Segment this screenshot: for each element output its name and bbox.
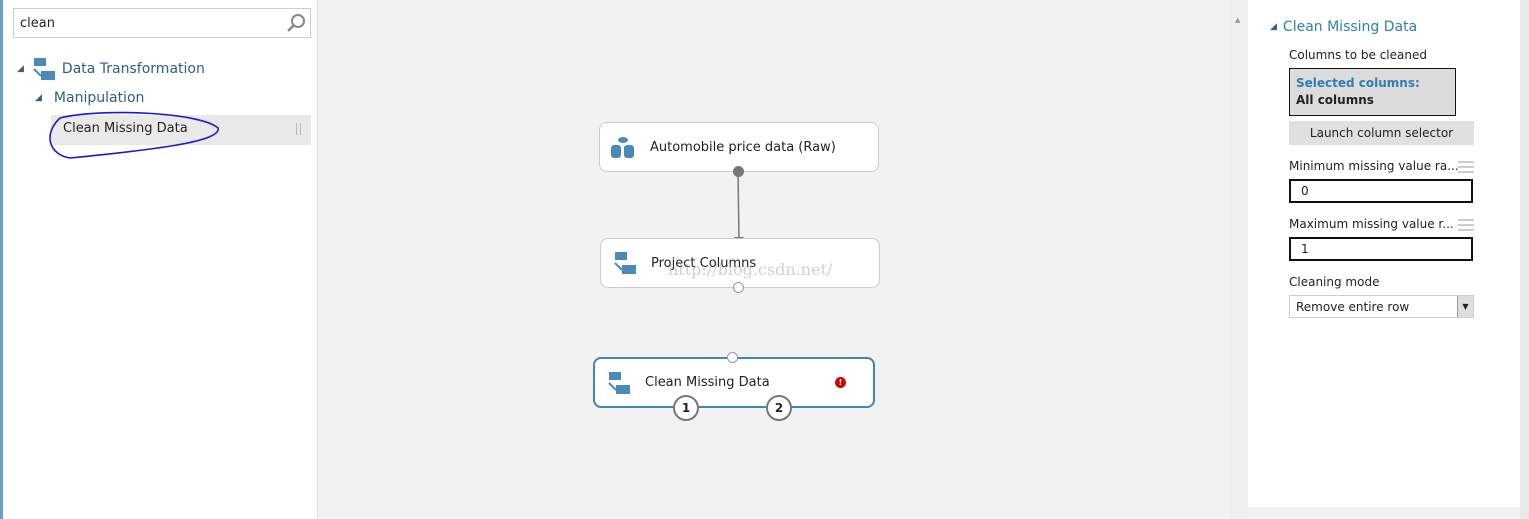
min-missing-ratio-input[interactable]: 0: [1289, 179, 1473, 203]
properties-section[interactable]: ◢ Clean Missing Data: [1270, 19, 1417, 35]
node-label: Clean Missing Data: [645, 375, 770, 390]
dataset-icon: [611, 137, 634, 158]
max-label: Maximum missing value r...: [1289, 217, 1454, 231]
cleaning-mode-select[interactable]: Remove entire row ▼: [1289, 295, 1474, 318]
selected-value: All columns: [1296, 93, 1374, 107]
transform-icon: [608, 371, 630, 394]
collapse-icon[interactable]: ◢: [1270, 22, 1277, 32]
min-label: Minimum missing value ra...: [1289, 159, 1459, 173]
node-label: Automobile price data (Raw): [650, 139, 836, 155]
columns-label: Columns to be cleaned: [1289, 48, 1427, 62]
input-port[interactable]: [727, 352, 738, 363]
properties-scrollbar[interactable]: ▲: [1230, 0, 1248, 519]
scroll-up-icon[interactable]: ▲: [1235, 16, 1248, 24]
output-port[interactable]: [733, 282, 744, 293]
output-port-1[interactable]: 1: [673, 395, 699, 421]
select-value: Remove entire row: [1296, 300, 1410, 314]
cleaning-mode-label: Cleaning mode: [1289, 275, 1380, 289]
parameter-menu-icon[interactable]: [1458, 219, 1474, 231]
node-clean-missing-data[interactable]: Clean Missing Data !: [593, 357, 875, 408]
selected-heading: Selected columns:: [1296, 76, 1420, 90]
selected-columns-box: Selected columns: All columns: [1289, 68, 1456, 116]
node-automobile-price-data[interactable]: Automobile price data (Raw): [599, 122, 879, 172]
error-icon[interactable]: !: [835, 377, 846, 388]
launch-column-selector-button[interactable]: Launch column selector: [1289, 121, 1474, 145]
max-missing-ratio-input[interactable]: 1: [1289, 237, 1473, 261]
chevron-down-icon[interactable]: ▼: [1457, 296, 1473, 317]
properties-panel: ◢ Clean Missing Data Columns to be clean…: [1248, 0, 1520, 507]
output-port[interactable]: [733, 166, 744, 177]
transform-icon: [614, 252, 636, 274]
parameter-menu-icon[interactable]: [1458, 161, 1474, 173]
section-title: Clean Missing Data: [1282, 19, 1418, 35]
page-scrollbar[interactable]: [1520, 0, 1529, 519]
output-port-2[interactable]: 2: [766, 395, 792, 421]
watermark: http://blog.csdn.net/: [668, 260, 833, 279]
